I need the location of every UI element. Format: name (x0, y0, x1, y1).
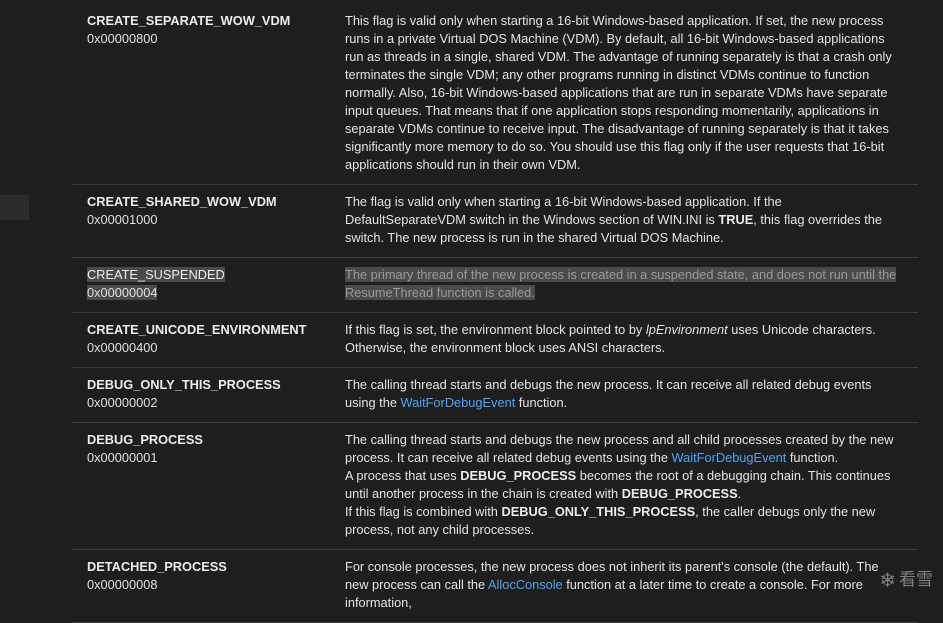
flag-description: For console processes, the new process d… (330, 550, 918, 622)
text-span: The primary thread of the new process is… (345, 267, 897, 282)
flag-name-cell: CREATE_SHARED_WOW_VDM 0x00001000 (72, 185, 330, 257)
description-paragraph: A process that uses DEBUG_PROCESS become… (345, 467, 905, 503)
flag-value: 0x00000001 (87, 450, 158, 465)
flag-name: CREATE_UNICODE_ENVIRONMENT (87, 322, 307, 337)
flag-value: 0x00000002 (87, 395, 158, 410)
flag-value: 0x00001000 (87, 212, 158, 227)
flags-table: CREATE_SEPARATE_WOW_VDM 0x00000800 This fl… (72, 0, 918, 623)
snowflake-icon: ❄ (879, 568, 896, 592)
text-span: function. (515, 395, 568, 410)
flag-description: If this flag is set, the environment blo… (330, 313, 918, 367)
flag-description: The primary thread of the new process is… (330, 258, 918, 312)
bold-text: DEBUG_PROCESS (621, 486, 738, 501)
flag-name-cell: DETACHED_PROCESS 0x00000008 (72, 550, 330, 622)
flag-value: 0x00000800 (87, 31, 158, 46)
table-row: DEBUG_PROCESS 0x00000001 The calling threa… (72, 423, 918, 550)
flag-name-cell: CREATE_UNICODE_ENVIRONMENT 0x00000400 (72, 313, 330, 367)
text-span: This flag is valid only when starting a … (345, 13, 892, 172)
flag-name: CREATE_SUSPENDED (87, 267, 225, 282)
flag-value: 0x00000400 (87, 340, 158, 355)
flag-name-cell: DEBUG_PROCESS 0x00000001 (72, 423, 330, 549)
flag-description: This flag is valid only when starting a … (330, 12, 918, 184)
bold-text: TRUE (718, 212, 754, 227)
table-row: DETACHED_PROCESS 0x00000008 For console pr… (72, 550, 918, 623)
flag-description: The calling thread starts and debugs the… (330, 423, 918, 549)
flag-name-cell: DEBUG_ONLY_THIS_PROCESS 0x00000002 (72, 368, 330, 422)
table-row: CREATE_SHARED_WOW_VDM 0x00001000 The flag … (72, 185, 918, 258)
text-span: A process that uses (345, 468, 461, 483)
flag-name: DETACHED_PROCESS (87, 559, 227, 574)
doc-link[interactable]: ResumeThread (345, 285, 433, 300)
description-paragraph: The primary thread of the new process is… (345, 266, 905, 302)
description-paragraph: This flag is valid only when starting a … (345, 12, 905, 174)
text-span: . (737, 486, 742, 501)
flag-description: The calling thread starts and debugs the… (330, 368, 918, 422)
watermark: ❄ 看雪 (879, 568, 933, 592)
bold-text: DEBUG_ONLY_THIS_PROCESS (501, 504, 696, 519)
flag-name-cell: CREATE_SEPARATE_WOW_VDM 0x00000800 (72, 12, 330, 184)
text-span: If this flag is set, the environment blo… (345, 322, 646, 337)
doc-link[interactable]: AllocConsole (488, 577, 563, 592)
flag-name: CREATE_SHARED_WOW_VDM (87, 194, 277, 209)
table-row: CREATE_UNICODE_ENVIRONMENT 0x00000400 If t… (72, 313, 918, 368)
doc-link[interactable]: WaitForDebugEvent (672, 450, 787, 465)
table-row: CREATE_SEPARATE_WOW_VDM 0x00000800 This fl… (72, 0, 918, 185)
text-span: The flag is valid only when starting a 1… (345, 194, 782, 227)
doc-link[interactable]: WaitForDebugEvent (401, 395, 516, 410)
text-span: If this flag is combined with (345, 504, 502, 519)
table-row: DEBUG_ONLY_THIS_PROCESS 0x00000002 The cal… (72, 368, 918, 423)
flag-description: The flag is valid only when starting a 1… (330, 185, 918, 257)
description-paragraph: The flag is valid only when starting a 1… (345, 193, 905, 247)
text-span: function. (786, 450, 839, 465)
text-span: function is called. (433, 285, 535, 300)
flag-name: DEBUG_PROCESS (87, 432, 203, 447)
flag-value: 0x00000004 (87, 285, 158, 300)
bold-text: DEBUG_PROCESS (460, 468, 577, 483)
description-paragraph: If this flag is set, the environment blo… (345, 321, 905, 357)
description-paragraph: For console processes, the new process d… (345, 558, 905, 612)
side-tab[interactable] (0, 195, 29, 220)
table-row: CREATE_SUSPENDED 0x00000004 The primary th… (72, 258, 918, 313)
watermark-text: 看雪 (899, 570, 933, 590)
flag-name: CREATE_SEPARATE_WOW_VDM (87, 13, 291, 28)
description-paragraph: If this flag is combined with DEBUG_ONLY… (345, 503, 905, 539)
flag-name: DEBUG_ONLY_THIS_PROCESS (87, 377, 281, 392)
description-paragraph: The calling thread starts and debugs the… (345, 431, 905, 467)
param-name: lpEnvironment (645, 322, 728, 337)
description-paragraph: The calling thread starts and debugs the… (345, 376, 905, 412)
flag-name-cell: CREATE_SUSPENDED 0x00000004 (72, 258, 330, 312)
flag-value: 0x00000008 (87, 577, 158, 592)
